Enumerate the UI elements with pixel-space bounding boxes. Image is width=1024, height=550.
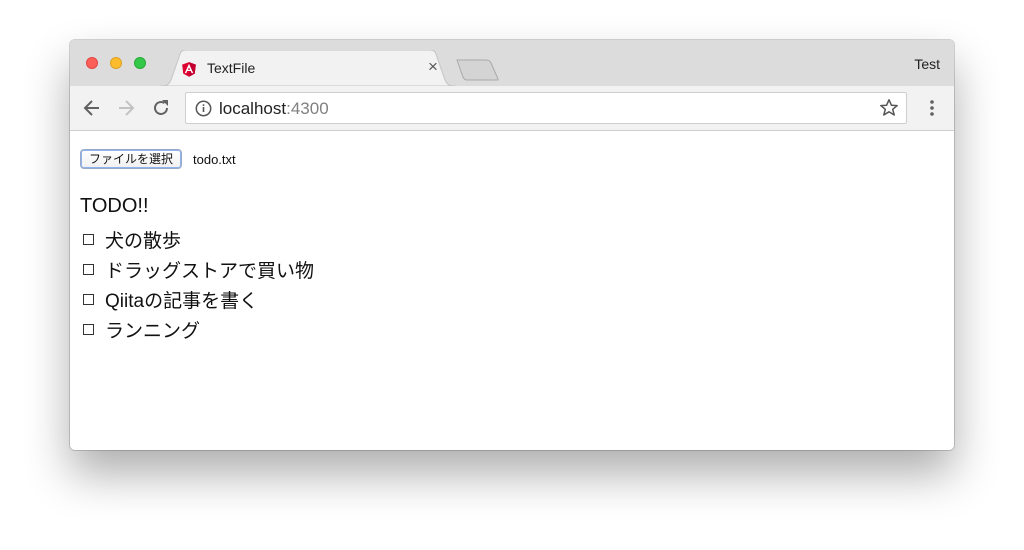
checkbox-icon[interactable] xyxy=(83,293,94,305)
page-content: ファイルを選択 todo.txt TODO!! 犬の散歩 ドラッグストアで買い物… xyxy=(70,131,954,450)
todo-item: ランニング xyxy=(80,314,314,344)
checkbox-icon[interactable] xyxy=(83,263,94,275)
browser-toolbar: localhost:4300 xyxy=(70,86,954,131)
selected-file-name: todo.txt xyxy=(193,152,236,167)
tab-textfile[interactable]: TextFile × xyxy=(160,50,460,86)
browser-window: TextFile × Test localhost:4300 ファイルを選択 t… xyxy=(70,40,954,450)
maximize-window-icon[interactable] xyxy=(134,57,146,69)
reload-icon[interactable] xyxy=(151,98,171,118)
angular-logo-icon xyxy=(182,62,196,77)
todo-item: 犬の散歩 xyxy=(80,224,314,254)
choose-file-button[interactable]: ファイルを選択 xyxy=(80,149,183,169)
url-text[interactable]: localhost:4300 xyxy=(219,99,329,119)
todo-item-label: Qiitaの記事を書く xyxy=(105,290,259,312)
more-menu-icon[interactable] xyxy=(922,98,942,118)
back-arrow-icon[interactable] xyxy=(82,98,102,118)
todo-item: Qiitaの記事を書く xyxy=(80,284,314,314)
todo-item-label: ランニング xyxy=(105,320,201,342)
todo-heading: TODO!! xyxy=(80,195,149,217)
todo-item: ドラッグストアで買い物 xyxy=(80,254,314,284)
forward-arrow-icon[interactable] xyxy=(116,98,136,118)
todo-item-label: 犬の散歩 xyxy=(105,230,182,252)
profile-label[interactable]: Test xyxy=(914,56,940,72)
info-icon[interactable] xyxy=(195,100,212,117)
checkbox-icon[interactable] xyxy=(83,323,94,335)
checkbox-icon[interactable] xyxy=(83,233,94,245)
tab-close-icon[interactable]: × xyxy=(425,58,441,76)
url-port: :4300 xyxy=(286,99,329,118)
close-window-icon[interactable] xyxy=(86,57,98,69)
tab-shape xyxy=(160,50,457,86)
minimize-window-icon[interactable] xyxy=(110,57,122,69)
bookmark-star-icon[interactable] xyxy=(879,98,899,118)
address-bar[interactable]: localhost:4300 xyxy=(185,92,907,124)
url-host: localhost xyxy=(219,99,287,118)
todo-list: 犬の散歩 ドラッグストアで買い物 Qiitaの記事を書く ランニング xyxy=(80,224,314,344)
tab-title: TextFile xyxy=(207,60,256,76)
todo-item-label: ドラッグストアで買い物 xyxy=(105,260,315,282)
new-tab-button[interactable] xyxy=(456,59,500,81)
titlebar: TextFile × Test xyxy=(70,40,954,86)
